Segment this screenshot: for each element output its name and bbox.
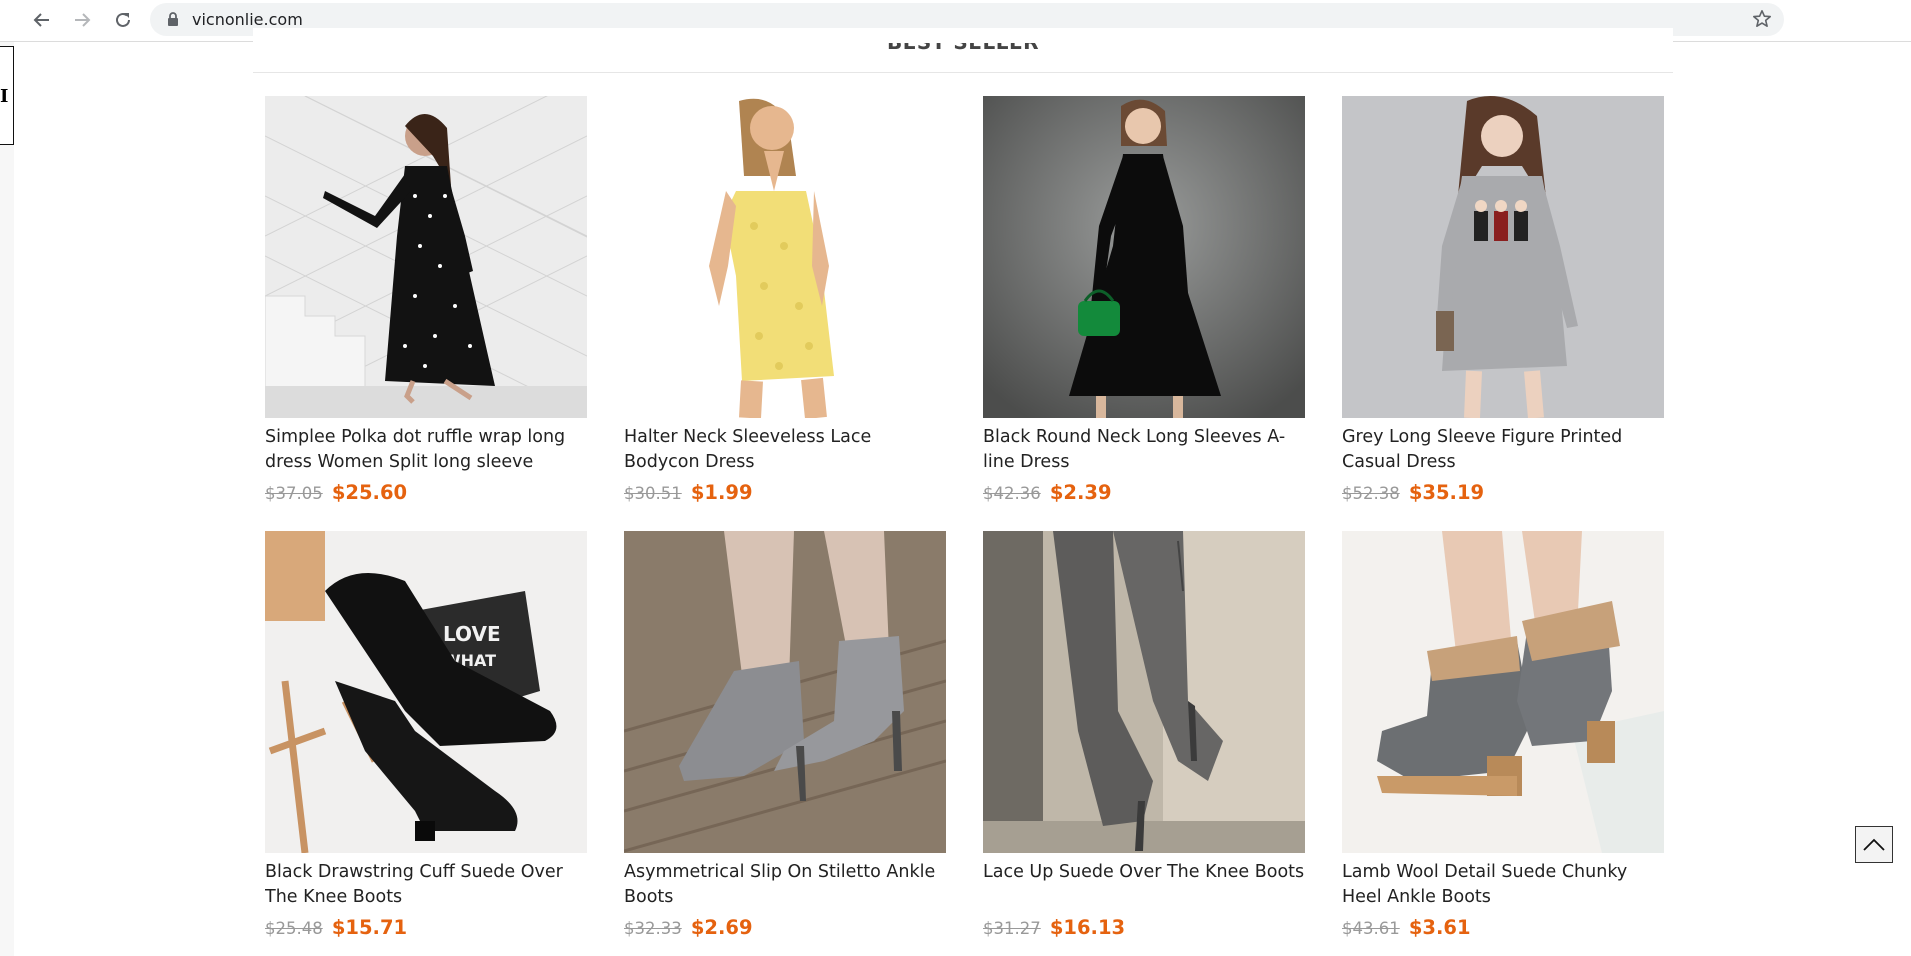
section-divider	[253, 72, 1673, 73]
product-name[interactable]: Grey Long Sleeve Figure Printed Casual D…	[1342, 425, 1664, 475]
product-card[interactable]: Grey Long Sleeve Figure Printed Casual D…	[1342, 96, 1664, 505]
lock-icon	[168, 12, 178, 26]
product-image[interactable]	[983, 531, 1305, 853]
sale-price: $1.99	[690, 481, 753, 504]
product-photo-polka-dress	[265, 96, 587, 418]
product-card[interactable]: LOVE WHAT Black Drawstring Cuff Suede Ov…	[265, 531, 587, 940]
product-card[interactable]: Black Round Neck Long Sleeves A-line Dre…	[983, 96, 1305, 505]
price-row: $32.33 $2.69	[624, 916, 946, 940]
price-row: $37.05 $25.60	[265, 481, 587, 505]
product-photo-grey-stiletto-boots	[624, 531, 946, 853]
product-photo-grey-printed-dress	[1342, 96, 1664, 418]
star-icon[interactable]	[1752, 9, 1772, 29]
sale-price: $35.19	[1408, 481, 1485, 504]
chevron-up-icon	[1863, 838, 1885, 851]
product-card[interactable]: Halter Neck Sleeveless Lace Bodycon Dres…	[624, 96, 946, 505]
product-image[interactable]	[624, 96, 946, 418]
price-row: $42.36 $2.39	[983, 481, 1305, 505]
product-image[interactable]	[983, 96, 1305, 418]
left-side-panel	[0, 42, 14, 956]
product-card[interactable]: Lace Up Suede Over The Knee Boots $31.27…	[983, 531, 1305, 940]
svg-text:LOVE: LOVE	[443, 622, 501, 646]
sale-price: $3.61	[1408, 916, 1471, 939]
product-image[interactable]	[265, 96, 587, 418]
product-photo-wool-ankle-boots	[1342, 531, 1664, 853]
product-photo-grey-lace-up-boots	[983, 531, 1305, 853]
product-name[interactable]: Halter Neck Sleeveless Lace Bodycon Dres…	[624, 425, 946, 475]
original-price: $52.38	[1342, 484, 1400, 503]
sale-price: $16.13	[1049, 916, 1126, 939]
product-name[interactable]: Lamb Wool Detail Suede Chunky Heel Ankle…	[1342, 860, 1664, 910]
product-card[interactable]: Simplee Polka dot ruffle wrap long dress…	[265, 96, 587, 505]
product-name[interactable]: Asymmetrical Slip On Stiletto Ankle Boot…	[624, 860, 946, 910]
sale-price: $25.60	[331, 481, 408, 504]
arrow-left-icon	[33, 13, 49, 27]
original-price: $32.33	[624, 919, 682, 938]
product-name[interactable]: Lace Up Suede Over The Knee Boots	[983, 860, 1305, 910]
original-price: $42.36	[983, 484, 1041, 503]
forward-button[interactable]	[67, 5, 97, 35]
original-price: $25.48	[265, 919, 323, 938]
price-row: $30.51 $1.99	[624, 481, 946, 505]
left-cutoff-text: I	[0, 86, 9, 107]
original-price: $37.05	[265, 484, 323, 503]
product-name[interactable]: Black Drawstring Cuff Suede Over The Kne…	[265, 860, 587, 910]
header-overlap-mask	[253, 28, 1673, 43]
price-row: $43.61 $3.61	[1342, 916, 1664, 940]
product-image[interactable]	[624, 531, 946, 853]
product-photo-black-aline-dress	[983, 96, 1305, 418]
reload-button[interactable]	[108, 5, 138, 35]
sale-price: $2.69	[690, 916, 753, 939]
product-photo-black-knee-boots: LOVE WHAT	[265, 531, 587, 853]
original-price: $43.61	[1342, 919, 1400, 938]
product-name[interactable]: Simplee Polka dot ruffle wrap long dress…	[265, 425, 587, 475]
arrow-right-icon	[75, 13, 91, 27]
product-photo-yellow-lace-dress	[624, 96, 946, 418]
product-card[interactable]: Lamb Wool Detail Suede Chunky Heel Ankle…	[1342, 531, 1664, 940]
product-image[interactable]	[1342, 96, 1664, 418]
back-button[interactable]	[27, 5, 57, 35]
product-card[interactable]: Asymmetrical Slip On Stiletto Ankle Boot…	[624, 531, 946, 940]
original-price: $31.27	[983, 919, 1041, 938]
price-row: $31.27 $16.13	[983, 916, 1305, 940]
sale-price: $15.71	[331, 916, 408, 939]
url-text[interactable]: vicnonlie.com	[192, 10, 303, 29]
back-to-top-button[interactable]	[1855, 826, 1893, 863]
product-image[interactable]: LOVE WHAT	[265, 531, 587, 853]
product-image[interactable]	[1342, 531, 1664, 853]
reload-icon	[116, 12, 130, 27]
price-row: $52.38 $35.19	[1342, 481, 1664, 505]
price-row: $25.48 $15.71	[265, 916, 587, 940]
sale-price: $2.39	[1049, 481, 1112, 504]
original-price: $30.51	[624, 484, 682, 503]
product-name[interactable]: Black Round Neck Long Sleeves A-line Dre…	[983, 425, 1305, 475]
